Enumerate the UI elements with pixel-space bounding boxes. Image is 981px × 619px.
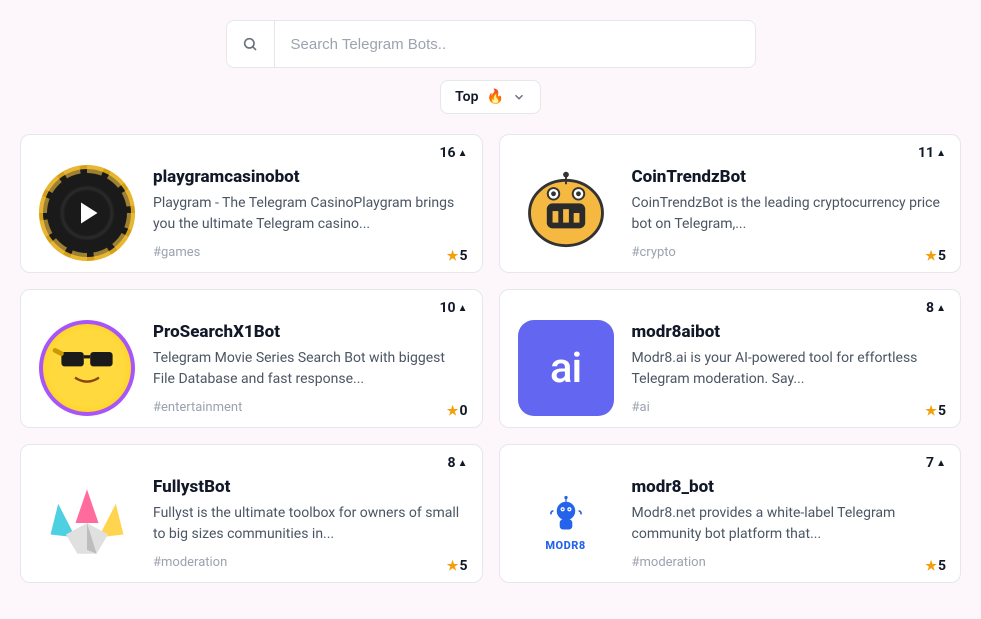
bot-card[interactable]: 10 ▲ ProSearchX1Bot Telegram Movie Serie… <box>20 289 483 428</box>
caret-up-icon: ▲ <box>936 303 946 314</box>
bot-tag[interactable]: #games <box>153 245 464 260</box>
rating-value: 0 <box>459 403 467 419</box>
bot-rating: ★ 5 <box>925 403 946 419</box>
sort-dropdown[interactable]: Top 🔥 <box>440 80 541 114</box>
rating-value: 5 <box>459 248 467 264</box>
bot-avatar <box>39 320 135 416</box>
rating-value: 5 <box>938 403 946 419</box>
bot-card[interactable]: 8 ▲ ai modr8aibot Modr8.ai is your AI-po… <box>499 289 962 428</box>
caret-up-icon: ▲ <box>936 148 946 159</box>
vote-number: 11 <box>918 145 934 161</box>
rating-value: 5 <box>459 558 467 574</box>
rating-value: 5 <box>938 248 946 264</box>
bot-tag[interactable]: #moderation <box>632 555 943 570</box>
search-icon <box>242 36 258 52</box>
robot-icon <box>518 165 614 261</box>
bot-description: Fullyst is the ultimate toolbox for owne… <box>153 503 464 545</box>
star-icon: ★ <box>447 249 459 264</box>
bot-content: CoinTrendzBot CoinTrendzBot is the leadi… <box>632 153 943 262</box>
caret-up-icon: ▲ <box>458 148 468 159</box>
bot-avatar <box>518 165 614 261</box>
bot-avatar: MODR8 <box>518 475 614 571</box>
star-icon: ★ <box>925 559 937 574</box>
vote-count[interactable]: 16 ▲ <box>440 145 468 161</box>
bot-rating: ★ 5 <box>447 558 468 574</box>
bot-content: modr8_bot Modr8.net provides a white-lab… <box>632 463 943 572</box>
bot-rating: ★ 5 <box>447 248 468 264</box>
sunglasses-emoji-icon <box>39 320 135 416</box>
modr8-logo-icon: MODR8 <box>518 475 614 571</box>
vote-count[interactable]: 11 ▲ <box>918 145 946 161</box>
bot-description: CoinTrendzBot is the leading cryptocurre… <box>632 193 943 235</box>
bot-content: playgramcasinobot Playgram - The Telegra… <box>153 153 464 262</box>
bot-rating: ★ 5 <box>925 558 946 574</box>
bot-card[interactable]: 11 ▲ CoinTrendzBot CoinTrendzBot is the <box>499 134 962 273</box>
bot-tag[interactable]: #moderation <box>153 555 464 570</box>
bot-tag[interactable]: #crypto <box>632 245 943 260</box>
chevron-down-icon <box>512 90 526 104</box>
vote-number: 8 <box>448 455 456 471</box>
search-icon-box[interactable] <box>227 20 275 68</box>
vote-count[interactable]: 10 ▲ <box>440 300 468 316</box>
bot-card[interactable]: 7 ▲ MODR8 modr8_bo <box>499 444 962 583</box>
bot-description: Playgram - The Telegram CasinoPlaygram b… <box>153 193 464 235</box>
bot-name: playgramcasinobot <box>153 167 464 187</box>
vote-number: 7 <box>926 455 934 471</box>
caret-up-icon: ▲ <box>458 458 468 469</box>
bot-rating: ★ 5 <box>925 248 946 264</box>
caret-up-icon: ▲ <box>458 303 468 314</box>
casino-chip-icon <box>39 165 135 261</box>
bot-description: Modr8.ai is your AI-powered tool for eff… <box>632 348 943 390</box>
vote-number: 8 <box>926 300 934 316</box>
star-icon: ★ <box>925 249 937 264</box>
search-input[interactable] <box>275 21 755 67</box>
bot-name: FullystBot <box>153 477 464 497</box>
bot-card[interactable]: 8 ▲ FullystBot Fullyst is the ultimate t… <box>20 444 483 583</box>
rating-value: 5 <box>938 558 946 574</box>
bot-name: modr8_bot <box>632 477 943 497</box>
bot-card[interactable]: 16 ▲ playgramcasinobot Playgram - The Te… <box>20 134 483 273</box>
search-bar <box>226 20 756 68</box>
vote-number: 16 <box>440 145 456 161</box>
star-icon: ★ <box>447 559 459 574</box>
bot-name: modr8aibot <box>632 322 943 342</box>
caret-up-icon: ▲ <box>936 458 946 469</box>
vote-count[interactable]: 8 ▲ <box>926 300 946 316</box>
bot-tag[interactable]: #ai <box>632 400 943 415</box>
sort-label: Top <box>455 89 478 105</box>
bot-rating: ★ 0 <box>447 403 468 419</box>
modr8-text: MODR8 <box>545 539 585 552</box>
bot-avatar <box>39 165 135 261</box>
ai-icon: ai <box>518 320 614 416</box>
bot-content: modr8aibot Modr8.ai is your AI-powered t… <box>632 308 943 417</box>
bots-grid: 16 ▲ playgramcasinobot Playgram - The Te… <box>20 134 961 583</box>
geometric-crown-icon <box>39 475 135 571</box>
star-icon: ★ <box>925 404 937 419</box>
bot-avatar: ai <box>518 320 614 416</box>
vote-number: 10 <box>440 300 456 316</box>
bot-content: FullystBot Fullyst is the ultimate toolb… <box>153 463 464 572</box>
star-icon: ★ <box>447 404 459 419</box>
bot-content: ProSearchX1Bot Telegram Movie Series Sea… <box>153 308 464 417</box>
vote-count[interactable]: 7 ▲ <box>926 455 946 471</box>
vote-count[interactable]: 8 ▲ <box>448 455 468 471</box>
bot-name: CoinTrendzBot <box>632 167 943 187</box>
bot-description: Telegram Movie Series Search Bot with bi… <box>153 348 464 390</box>
bot-name: ProSearchX1Bot <box>153 322 464 342</box>
bot-tag[interactable]: #entertainment <box>153 400 464 415</box>
fire-icon: 🔥 <box>486 89 503 105</box>
bot-avatar <box>39 475 135 571</box>
bot-description: Modr8.net provides a white-label Telegra… <box>632 503 943 545</box>
